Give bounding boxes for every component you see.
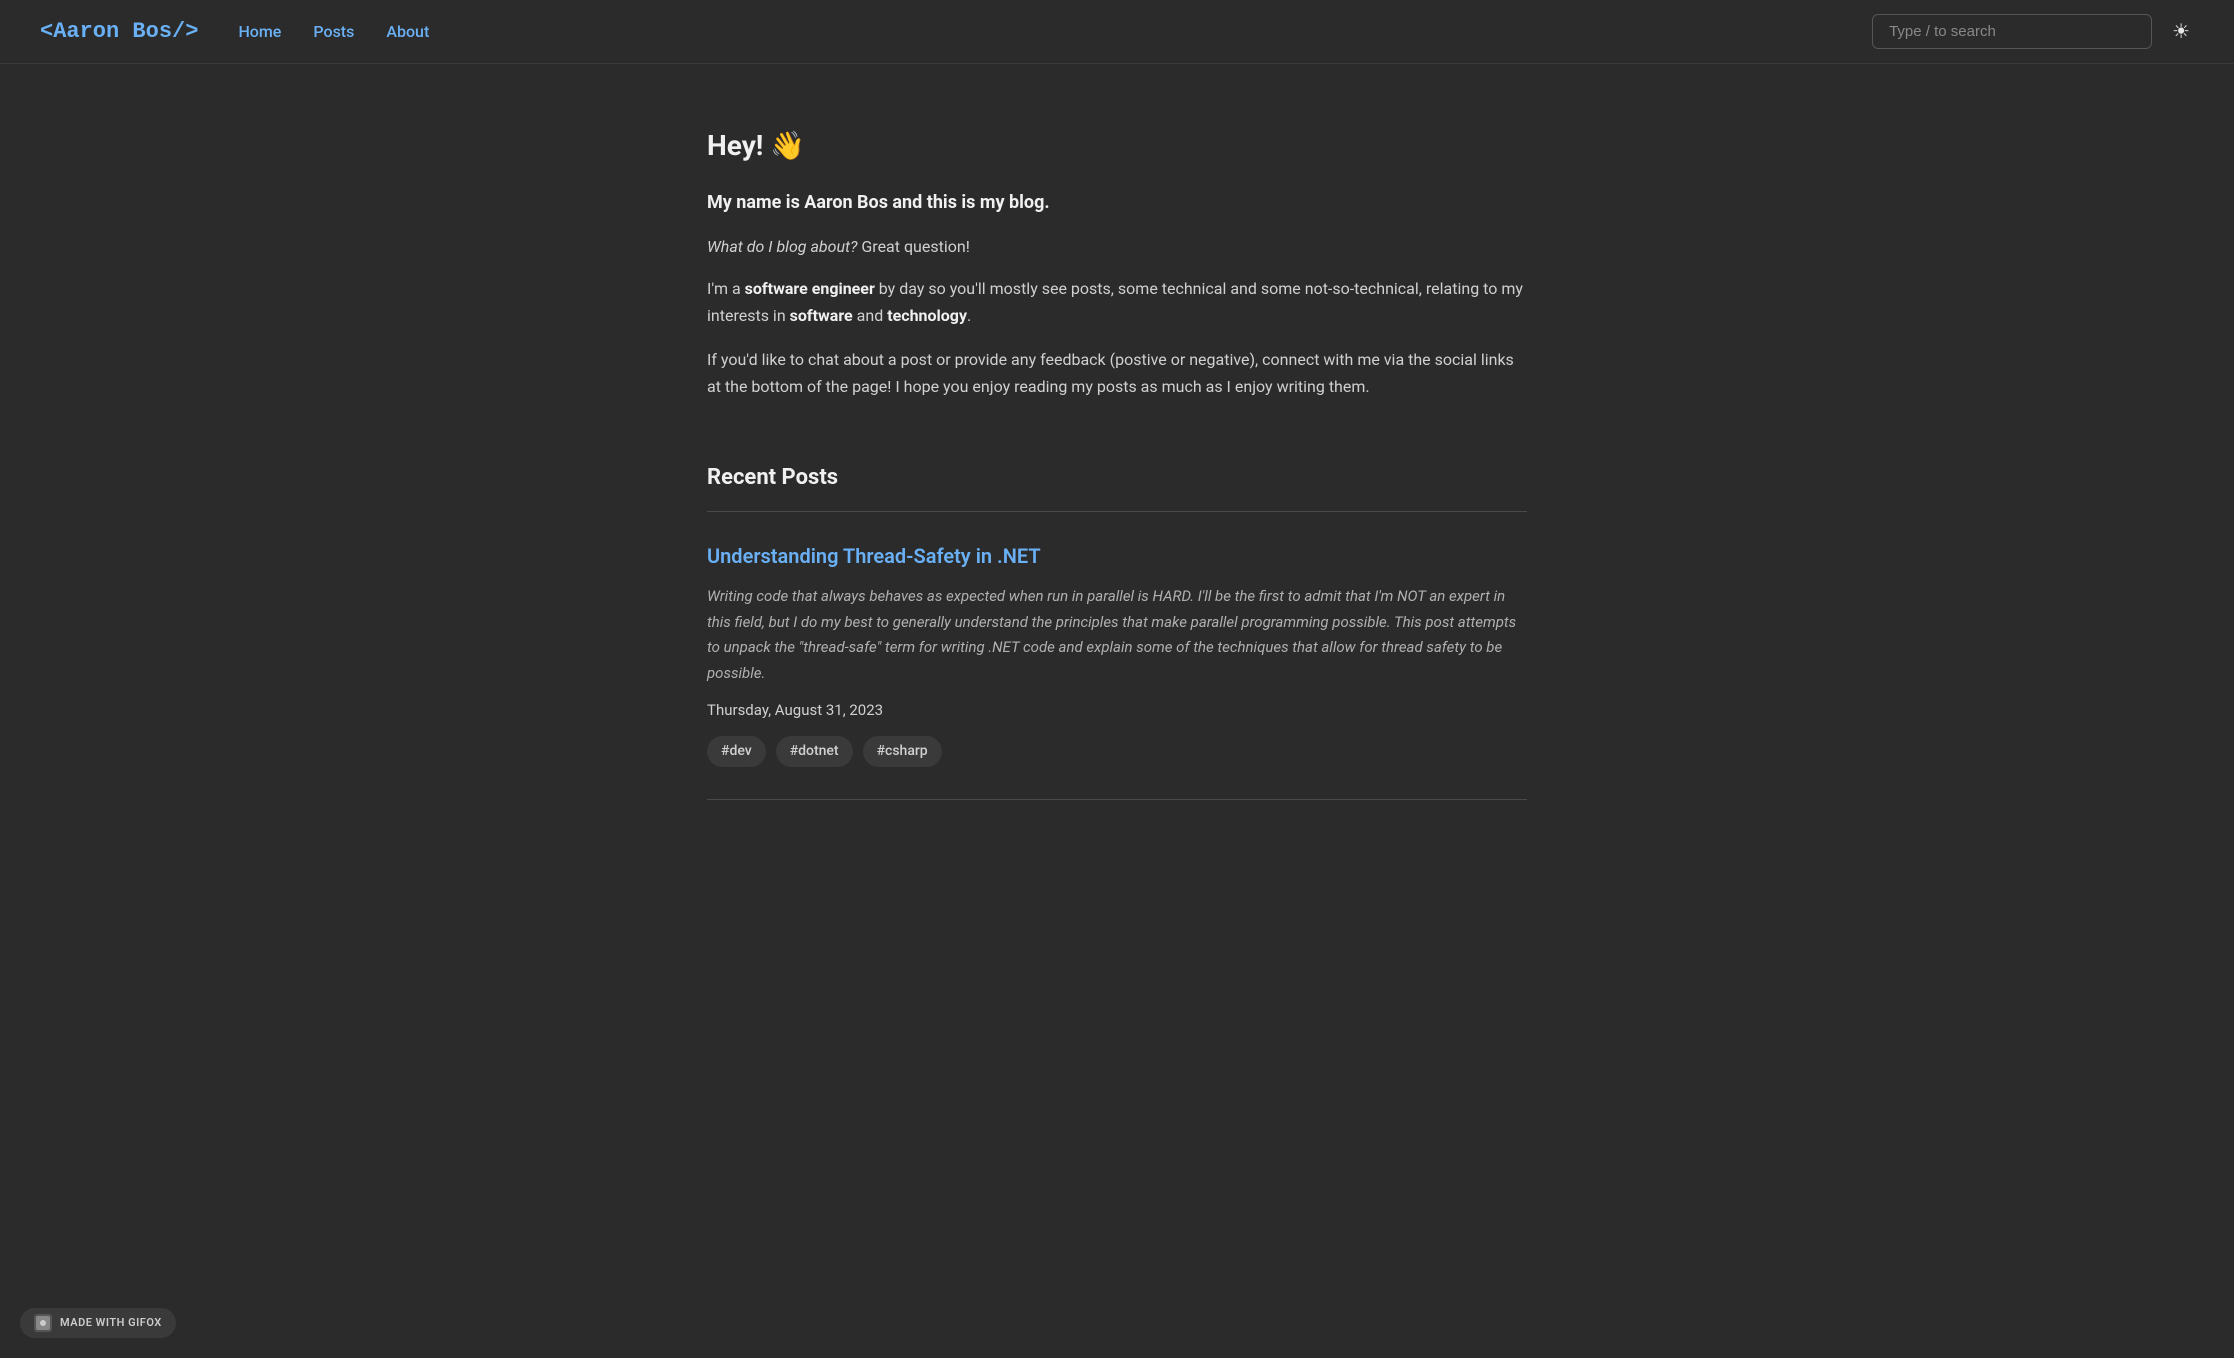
- hero-body1: I'm a software engineer by day so you'll…: [707, 275, 1527, 329]
- recent-posts-title: Recent Posts: [707, 460, 1527, 495]
- post-date: Thursday, August 31, 2023: [707, 698, 1527, 722]
- theme-toggle-button[interactable]: ☀: [2168, 15, 2194, 48]
- hero-subtitle: My name is Aaron Bos and this is my blog…: [707, 189, 1527, 218]
- site-logo[interactable]: <Aaron Bos/>: [40, 14, 198, 49]
- hero-section: Hey! 👋 My name is Aaron Bos and this is …: [707, 124, 1527, 400]
- post-bottom-divider: [707, 799, 1527, 800]
- hero-body1-bold2: software: [790, 306, 853, 325]
- hero-question-rest: Great question!: [857, 237, 969, 256]
- post-card: Understanding Thread-Safety in .NET Writ…: [707, 540, 1527, 766]
- post-tag-csharp: #csharp: [863, 736, 942, 766]
- post-tag-dev: #dev: [707, 736, 766, 766]
- main-content: Hey! 👋 My name is Aaron Bos and this is …: [667, 64, 1567, 880]
- hero-body1-bold1: software engineer: [745, 279, 875, 298]
- nav-link-posts[interactable]: Posts: [313, 19, 354, 45]
- hero-question: What do I blog about? Great question!: [707, 234, 1527, 260]
- nav-link-about[interactable]: About: [386, 19, 429, 45]
- nav-links: Home Posts About: [238, 19, 429, 45]
- recent-posts-section: Recent Posts Understanding Thread-Safety…: [707, 460, 1527, 800]
- hero-body2: If you'd like to chat about a post or pr…: [707, 346, 1527, 400]
- nav-left: <Aaron Bos/> Home Posts About: [40, 14, 429, 49]
- hero-body1-end: .: [967, 306, 971, 325]
- post-title-link[interactable]: Understanding Thread-Safety in .NET: [707, 540, 1527, 572]
- nav-right: ☀: [1872, 14, 2194, 49]
- hero-body1-and: and: [853, 306, 888, 325]
- hero-body1-pre: I'm a: [707, 279, 745, 298]
- nav-link-home[interactable]: Home: [238, 19, 281, 45]
- navbar: <Aaron Bos/> Home Posts About ☀: [0, 0, 2234, 64]
- gifox-icon: [34, 1314, 52, 1332]
- search-input[interactable]: [1872, 14, 2152, 49]
- post-tag-dotnet: #dotnet: [776, 736, 853, 766]
- hero-question-italic: What do I blog about?: [707, 237, 857, 256]
- post-tags: #dev #dotnet #csharp: [707, 736, 1527, 766]
- made-with-badge: MADE WITH GIFOX: [20, 1308, 176, 1338]
- post-excerpt: Writing code that always behaves as expe…: [707, 584, 1527, 686]
- badge-label: MADE WITH GIFOX: [60, 1314, 162, 1332]
- section-divider: [707, 511, 1527, 512]
- hero-body1-bold3: technology: [887, 306, 967, 325]
- hero-title: Hey! 👋: [707, 124, 1527, 169]
